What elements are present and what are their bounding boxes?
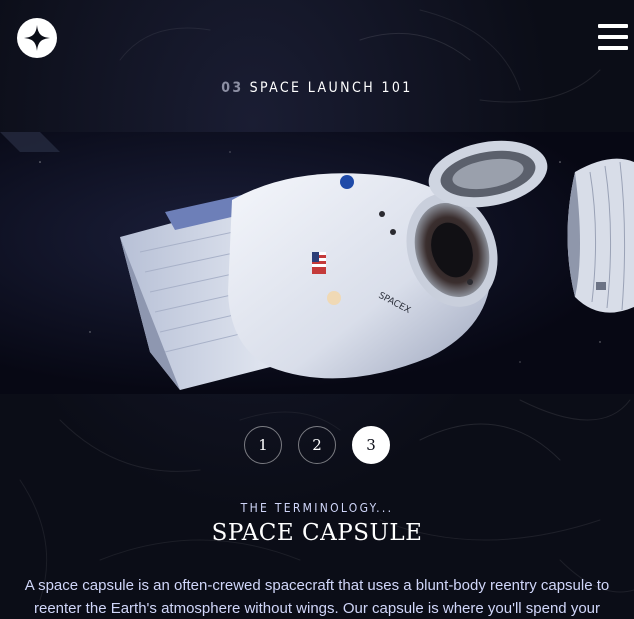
page-heading: 03 SPACE LAUNCH 101 — [0, 80, 634, 96]
star-logo-icon — [24, 25, 50, 51]
spacecraft-illustration: SPACEX — [0, 132, 634, 390]
crew-page: 03 SPACE LAUNCH 101 SPACEX 1 2 3 THE TER… — [0, 0, 634, 619]
hamburger-menu-icon — [598, 24, 628, 28]
pager-button-3[interactable]: 3 — [352, 426, 390, 464]
terminology-eyebrow: THE TERMINOLOGY... — [240, 501, 394, 515]
hamburger-line — [598, 35, 628, 39]
technology-image: SPACEX — [0, 132, 634, 394]
hamburger-line — [598, 46, 628, 50]
home-logo-button[interactable] — [17, 18, 57, 58]
page-heading-label: SPACE LAUNCH 101 — [249, 80, 413, 96]
pager-button-2[interactable]: 2 — [298, 426, 336, 464]
pager-button-1[interactable]: 1 — [244, 426, 282, 464]
menu-button[interactable] — [598, 24, 628, 50]
technology-description: A space capsule is an often-crewed space… — [24, 577, 610, 617]
technology-pager: 1 2 3 — [0, 426, 634, 464]
technology-title: SPACE CAPSULE — [211, 520, 423, 546]
page-heading-number: 03 — [221, 80, 244, 96]
